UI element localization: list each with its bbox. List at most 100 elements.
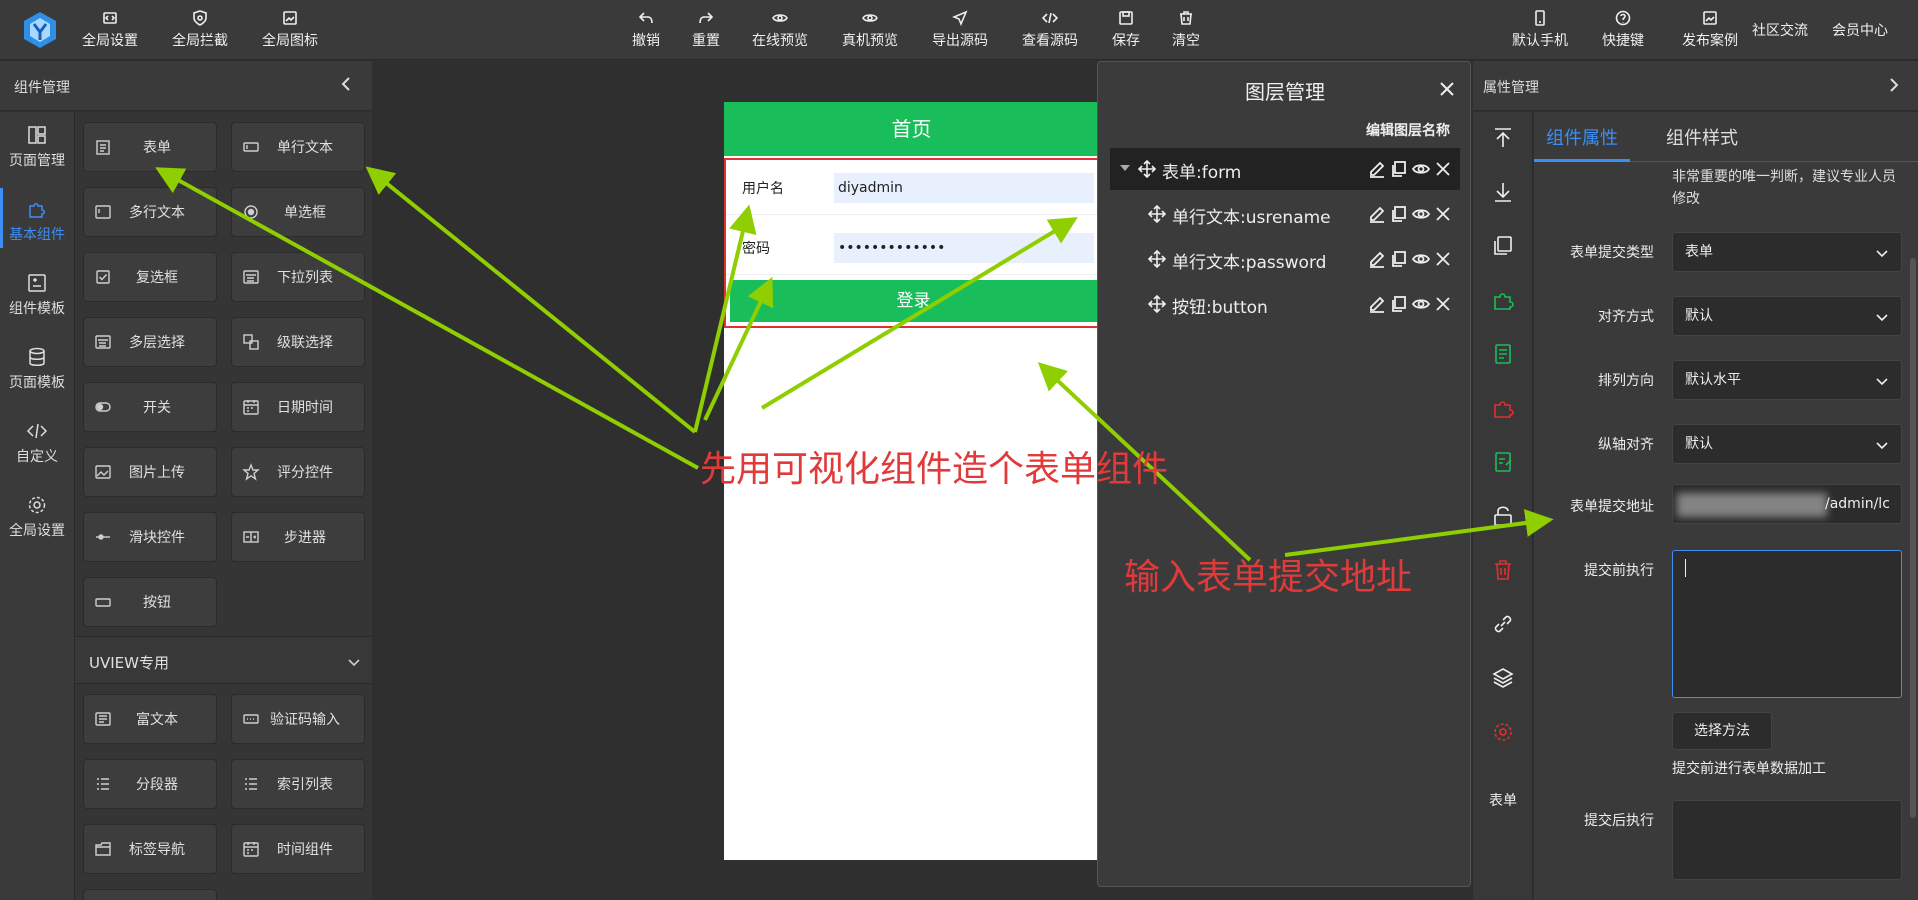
comp-index-list[interactable]: 索引列表 (231, 759, 365, 809)
delete-tool[interactable] (1491, 558, 1515, 582)
comp-time[interactable]: 时间组件 (231, 824, 365, 874)
comp-code-input[interactable]: 验证码输入 (231, 694, 365, 744)
eye-icon[interactable] (1412, 160, 1430, 178)
clear-button[interactable]: 清空 (1172, 10, 1200, 50)
remove-component-tool[interactable] (1491, 396, 1515, 420)
select-method-button[interactable]: 选择方法 (1672, 712, 1772, 750)
global-intercept-button[interactable]: 全局拦截 (172, 10, 228, 50)
move-icon[interactable] (1148, 295, 1166, 313)
move-bottom-tool[interactable] (1491, 180, 1515, 204)
copy-tool[interactable] (1491, 234, 1515, 258)
eye-icon[interactable] (1412, 250, 1430, 268)
add-component-tool[interactable] (1491, 288, 1515, 312)
move-icon[interactable] (1148, 250, 1166, 268)
global-icons-button[interactable]: 全局图标 (262, 10, 318, 50)
layer-item-username[interactable]: 单行文本:usrename (1110, 193, 1460, 235)
settings-tool[interactable] (1491, 720, 1515, 744)
save-button[interactable]: 保存 (1112, 10, 1140, 50)
nav-custom[interactable]: 自定义 (0, 420, 74, 466)
layer-item-button[interactable]: 按钮:button (1110, 283, 1460, 325)
comp-rating[interactable]: 评分控件 (231, 447, 365, 497)
eye-icon[interactable] (1412, 205, 1430, 223)
cross-axis-select[interactable]: 默认 (1672, 424, 1902, 464)
nav-basic-components[interactable]: 基本组件 (0, 198, 74, 244)
comp-button[interactable]: 按钮 (83, 577, 217, 627)
close-icon[interactable] (1434, 205, 1452, 223)
comp-more[interactable] (83, 889, 217, 900)
comp-switch[interactable]: 开关 (83, 382, 217, 432)
edit-icon[interactable] (1368, 295, 1386, 313)
comp-cascade-select[interactable]: 级联选择 (231, 317, 365, 367)
nav-global-settings[interactable]: 全局设置 (0, 494, 74, 540)
copy-icon[interactable] (1390, 205, 1408, 223)
form-component[interactable]: 用户名 diyadmin 密码 ••••••••••••• 登录 (724, 158, 1099, 328)
align-select[interactable]: 默认 (1672, 296, 1902, 336)
comp-image-upload[interactable]: 图片上传 (83, 447, 217, 497)
device-preview-button[interactable]: 真机预览 (842, 10, 898, 50)
tab-component-style[interactable]: 组件样式 (1666, 124, 1738, 150)
comp-stepper[interactable]: 步进器 (231, 512, 365, 562)
close-icon[interactable] (1434, 160, 1452, 178)
before-submit-textarea[interactable] (1672, 550, 1902, 698)
eye-icon[interactable] (1412, 295, 1430, 313)
document-tool[interactable] (1491, 342, 1515, 366)
comp-segment[interactable]: 分段器 (83, 759, 217, 809)
password-input[interactable]: ••••••••••••• (834, 233, 1094, 263)
username-row[interactable]: 用户名 diyadmin (726, 160, 1097, 215)
undo-button[interactable]: 撤销 (632, 10, 660, 50)
redo-button[interactable]: 重置 (692, 10, 720, 50)
nav-page-templates[interactable]: 页面模板 (0, 346, 74, 392)
layers-tool[interactable] (1491, 666, 1515, 690)
link-tool[interactable] (1491, 612, 1515, 636)
after-submit-textarea[interactable] (1672, 800, 1902, 880)
chevron-right-icon[interactable] (1886, 77, 1902, 93)
default-phone-button[interactable]: 默认手机 (1512, 10, 1568, 50)
close-icon[interactable] (1434, 250, 1452, 268)
move-icon[interactable] (1148, 205, 1166, 223)
edit-icon[interactable] (1368, 160, 1386, 178)
uview-section-header[interactable]: UVIEW专用 (75, 636, 372, 684)
direction-select[interactable]: 默认水平 (1672, 360, 1902, 400)
password-row[interactable]: 密码 ••••••••••••• (726, 220, 1097, 275)
expand-caret-icon[interactable] (1120, 165, 1130, 171)
comp-slider[interactable]: 滑块控件 (83, 512, 217, 562)
edit-icon[interactable] (1368, 205, 1386, 223)
comp-dropdown[interactable]: 下拉列表 (231, 252, 365, 302)
comp-multi-text[interactable]: 多行文本 (83, 187, 217, 237)
scrollbar[interactable] (1910, 258, 1916, 818)
shortcuts-button[interactable]: 快捷键 (1602, 10, 1644, 50)
submit-url-input[interactable]: /admin/lc (1672, 484, 1902, 524)
nav-page-manage[interactable]: 页面管理 (0, 124, 74, 170)
edit-layer-names[interactable]: 编辑图层名称 (1366, 120, 1450, 140)
layer-item-form[interactable]: 表单:form (1110, 148, 1460, 190)
publish-case-button[interactable]: 发布案例 (1682, 10, 1738, 50)
tab-component-props[interactable]: 组件属性 (1546, 124, 1618, 150)
nav-component-templates[interactable]: 组件模板 (0, 272, 74, 318)
comp-single-text[interactable]: 单行文本 (231, 122, 365, 172)
export-source-button[interactable]: 导出源码 (932, 10, 988, 50)
member-center-link[interactable]: 会员中心 (1832, 20, 1888, 40)
comp-multi-level-select[interactable]: 多层选择 (83, 317, 217, 367)
copy-icon[interactable] (1390, 160, 1408, 178)
login-button[interactable]: 登录 (730, 280, 1097, 322)
close-icon[interactable] (1438, 80, 1456, 98)
comp-tab-nav[interactable]: 标签导航 (83, 824, 217, 874)
close-icon[interactable] (1434, 295, 1452, 313)
comp-rich-text[interactable]: 富文本 (83, 694, 217, 744)
unlock-tool[interactable] (1491, 504, 1515, 528)
online-preview-button[interactable]: 在线预览 (752, 10, 808, 50)
edit-icon[interactable] (1368, 250, 1386, 268)
community-link[interactable]: 社区交流 (1752, 20, 1808, 40)
copy-icon[interactable] (1390, 295, 1408, 313)
comp-checkbox[interactable]: 复选框 (83, 252, 217, 302)
move-top-tool[interactable] (1491, 126, 1515, 150)
move-icon[interactable] (1138, 160, 1156, 178)
submit-type-select[interactable]: 表单 (1672, 232, 1902, 272)
global-settings-button[interactable]: 全局设置 (82, 10, 138, 50)
comp-form[interactable]: 表单 (83, 122, 217, 172)
collapse-left-icon[interactable] (338, 75, 356, 93)
comp-datetime[interactable]: 日期时间 (231, 382, 365, 432)
view-source-button[interactable]: 查看源码 (1022, 10, 1078, 50)
comp-radio[interactable]: 单选框 (231, 187, 365, 237)
app-logo[interactable] (20, 10, 60, 50)
